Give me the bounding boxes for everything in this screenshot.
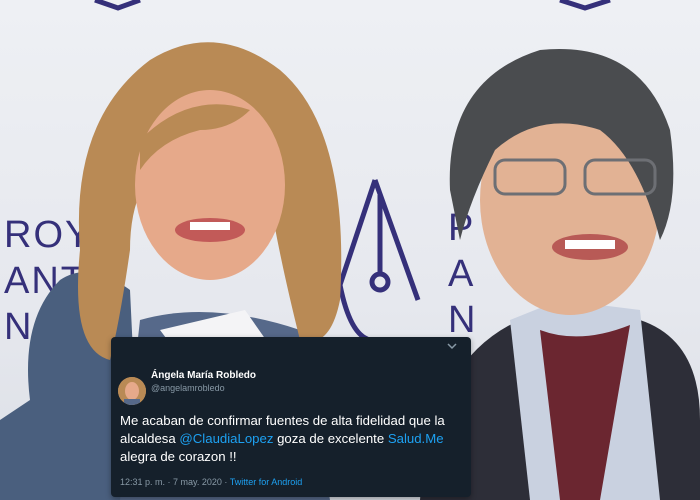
- display-name[interactable]: Ángela María Robledo: [151, 370, 256, 381]
- tweet-timestamp[interactable]: 12:31 p. m. · 7 may. 2020 ·: [120, 477, 230, 487]
- mention-link[interactable]: @ClaudiaLopez: [179, 431, 273, 446]
- tweet-text: Me acaban de confirmar fuentes de alta f…: [120, 412, 460, 466]
- top-logo-mark-left: [94, 0, 141, 11]
- tweet-text-part: alegra de corazon !!: [120, 449, 237, 464]
- user-handle[interactable]: @angelamrobledo: [151, 383, 225, 393]
- inline-link[interactable]: Salud.Me: [388, 431, 444, 446]
- top-logo-mark-right: [559, 0, 611, 11]
- chevron-down-icon[interactable]: [447, 341, 457, 351]
- tweet-source-link[interactable]: Twitter for Android: [230, 477, 303, 487]
- pen-logo-icon: [337, 179, 421, 343]
- avatar-image: [118, 377, 146, 405]
- tweet-text-part: goza de excelente: [273, 431, 388, 446]
- tweet-meta: 12:31 p. m. · 7 may. 2020 · Twitter for …: [120, 477, 302, 487]
- avatar[interactable]: [118, 377, 146, 405]
- tweet-card: Ángela María Robledo @angelamrobledo Me …: [111, 337, 471, 497]
